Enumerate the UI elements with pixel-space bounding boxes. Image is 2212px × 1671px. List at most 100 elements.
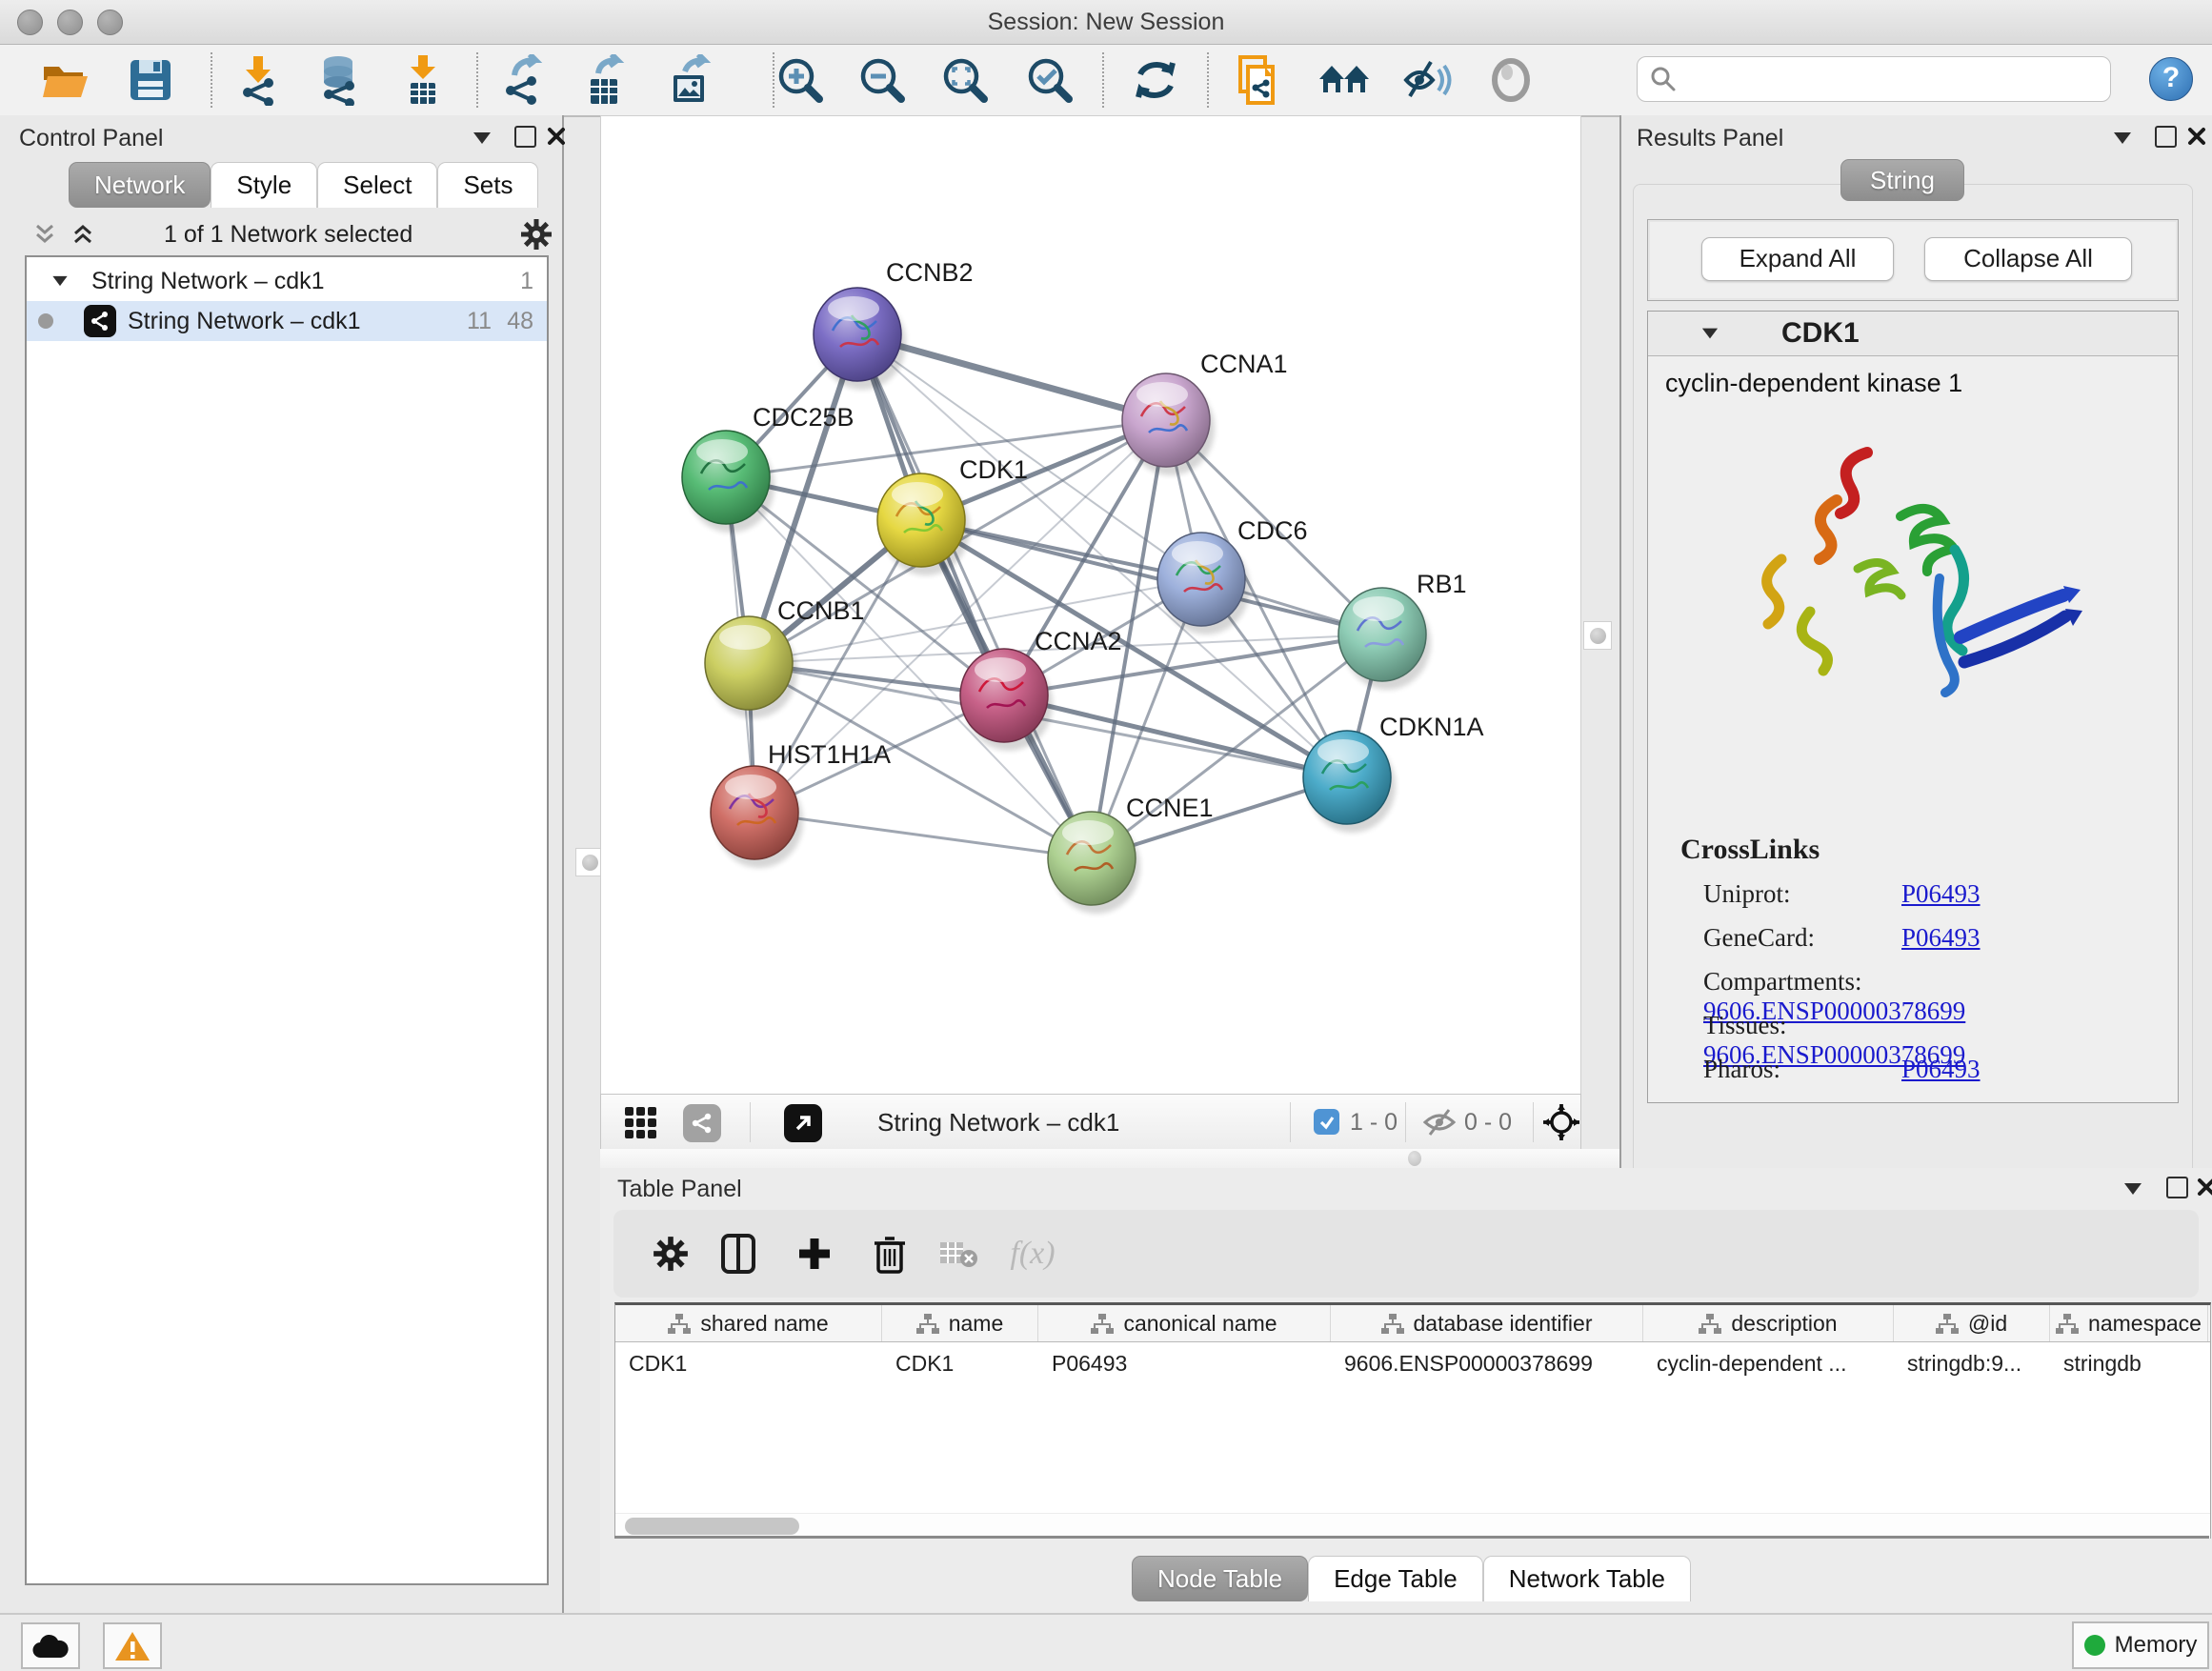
open-session-button[interactable] bbox=[38, 52, 91, 108]
import-table-button[interactable] bbox=[396, 52, 450, 108]
column-header-description[interactable]: description bbox=[1643, 1305, 1894, 1341]
crosslink-genecard[interactable]: P06493 bbox=[1901, 923, 1981, 952]
panel-close-icon[interactable] bbox=[2187, 127, 2206, 146]
function-builder-button[interactable]: f(x) bbox=[1006, 1227, 1059, 1280]
splitter-knob[interactable] bbox=[1408, 1151, 1421, 1166]
panel-float-icon[interactable] bbox=[2114, 132, 2131, 144]
table-tabs: Node TableEdge TableNetwork Table bbox=[1132, 1556, 1691, 1601]
column-header--id[interactable]: @id bbox=[1894, 1305, 2050, 1341]
collapse-all-tree-icon[interactable] bbox=[32, 222, 57, 247]
hide-unhide-button[interactable] bbox=[1401, 52, 1455, 108]
open-in-window-button[interactable] bbox=[784, 1104, 822, 1142]
import-database-button[interactable] bbox=[312, 52, 365, 108]
network-options-gear-icon[interactable] bbox=[520, 218, 553, 251]
zoom-selected-button[interactable] bbox=[1023, 52, 1076, 108]
search-input[interactable] bbox=[1683, 60, 2097, 96]
delete-column-button[interactable] bbox=[863, 1227, 916, 1280]
import-network-button[interactable] bbox=[231, 52, 285, 108]
table-cell[interactable]: P06493 bbox=[1038, 1342, 1331, 1384]
export-image-button[interactable] bbox=[663, 52, 716, 108]
warnings-button[interactable] bbox=[103, 1622, 162, 1669]
column-header-canonical-name[interactable]: canonical name bbox=[1038, 1305, 1331, 1341]
expand-all-button[interactable]: Expand All bbox=[1701, 237, 1894, 281]
zoom-in-button[interactable] bbox=[774, 52, 827, 108]
show-columns-button[interactable] bbox=[712, 1227, 765, 1280]
cloud-status-button[interactable] bbox=[21, 1622, 80, 1669]
network-edge[interactable] bbox=[921, 520, 1382, 634]
grid-view-button[interactable] bbox=[624, 1106, 658, 1145]
network-edge[interactable] bbox=[754, 813, 1092, 858]
table-cell[interactable]: 9606.ENSP00000378699 bbox=[1331, 1342, 1643, 1384]
table-cell[interactable]: stringdb:9... bbox=[1894, 1342, 2050, 1384]
network-node[interactable] bbox=[1122, 373, 1215, 475]
tab-edge-table[interactable]: Edge Table bbox=[1308, 1556, 1483, 1601]
tab-network[interactable]: Network bbox=[69, 162, 211, 208]
export-table-button[interactable] bbox=[578, 52, 632, 108]
column-tree-icon bbox=[916, 1313, 939, 1334]
panel-maximize-icon[interactable] bbox=[514, 126, 536, 148]
zoom-out-icon bbox=[857, 55, 907, 105]
table-cell[interactable]: cyclin-dependent ... bbox=[1643, 1342, 1894, 1384]
network-edge[interactable] bbox=[857, 334, 1092, 858]
delete-table-button[interactable] bbox=[932, 1227, 985, 1280]
table-options-button[interactable] bbox=[644, 1227, 697, 1280]
column-header-name[interactable]: name bbox=[882, 1305, 1038, 1341]
column-label: namespace bbox=[2088, 1311, 2202, 1337]
column-header-namespace[interactable]: namespace bbox=[2050, 1305, 2208, 1341]
right-splitter-knob[interactable] bbox=[1583, 621, 1612, 650]
network-node[interactable] bbox=[877, 473, 970, 575]
help-button[interactable]: ? bbox=[2149, 57, 2193, 101]
tab-select[interactable]: Select bbox=[317, 162, 437, 208]
export-network-button[interactable] bbox=[496, 52, 550, 108]
network-node[interactable] bbox=[682, 431, 774, 533]
expand-all-tree-icon[interactable] bbox=[70, 222, 95, 247]
network-node[interactable] bbox=[1338, 588, 1431, 690]
panel-float-icon[interactable] bbox=[2124, 1183, 2142, 1195]
node-label: RB1 bbox=[1417, 570, 1467, 598]
refresh-button[interactable] bbox=[1129, 52, 1182, 108]
network-row-selected[interactable]: String Network – cdk1 11 48 bbox=[27, 301, 547, 341]
scrollbar-thumb[interactable] bbox=[625, 1518, 799, 1535]
fit-selected-crosshair-icon[interactable] bbox=[1542, 1103, 1580, 1141]
panel-float-icon[interactable] bbox=[473, 132, 491, 144]
zoom-out-button[interactable] bbox=[855, 52, 909, 108]
column-header-shared-name[interactable]: shared name bbox=[615, 1305, 882, 1341]
panel-maximize-icon[interactable] bbox=[2155, 126, 2177, 148]
tab-network-table[interactable]: Network Table bbox=[1483, 1556, 1691, 1601]
home-networks-button[interactable] bbox=[1317, 52, 1371, 108]
selected-checkbox[interactable] bbox=[1314, 1109, 1339, 1135]
table-cell[interactable]: stringdb bbox=[2050, 1342, 2208, 1384]
tab-style[interactable]: Style bbox=[211, 162, 317, 208]
crosslink-pharos[interactable]: P06493 bbox=[1901, 1055, 1981, 1083]
panel-close-icon[interactable] bbox=[2197, 1178, 2212, 1197]
string-view-button[interactable] bbox=[683, 1104, 721, 1142]
memory-button[interactable]: Memory bbox=[2072, 1621, 2209, 1669]
network-canvas[interactable]: CCNB2CCNA1CDC25BCDK1CDC6RB1CCNB1CCNA2CDK… bbox=[600, 115, 1581, 1096]
table-horizontal-scrollbar[interactable] bbox=[615, 1513, 2210, 1539]
collapse-all-button[interactable]: Collapse All bbox=[1924, 237, 2132, 281]
network-node[interactable] bbox=[1048, 812, 1140, 914]
table-cell[interactable]: CDK1 bbox=[615, 1342, 882, 1384]
crosslink-uniprot[interactable]: P06493 bbox=[1901, 879, 1981, 908]
panel-maximize-icon[interactable] bbox=[2166, 1177, 2188, 1198]
tree-expand-icon[interactable] bbox=[52, 276, 67, 286]
panel-close-icon[interactable] bbox=[547, 127, 566, 146]
tab-string[interactable]: String bbox=[1840, 159, 1964, 201]
section-collapse-icon[interactable] bbox=[1702, 329, 1718, 339]
column-header-database-identifier[interactable]: database identifier bbox=[1331, 1305, 1643, 1341]
table-row[interactable]: CDK1CDK1P064939606.ENSP00000378699cyclin… bbox=[615, 1342, 2210, 1384]
gene-section-header[interactable]: CDK1 bbox=[1648, 312, 2178, 356]
toggle-birdseye-button[interactable] bbox=[1484, 52, 1538, 108]
tab-sets[interactable]: Sets bbox=[437, 162, 538, 208]
zoom-fit-button[interactable] bbox=[938, 52, 992, 108]
clone-session-button[interactable] bbox=[1233, 52, 1286, 108]
tab-node-table[interactable]: Node Table bbox=[1132, 1556, 1308, 1601]
network-node[interactable] bbox=[814, 288, 906, 390]
table-header-row: shared namenamecanonical namedatabase id… bbox=[615, 1305, 2210, 1342]
network-node[interactable] bbox=[711, 766, 803, 868]
save-session-button[interactable] bbox=[124, 52, 177, 108]
add-column-button[interactable] bbox=[788, 1227, 841, 1280]
table-cell[interactable]: CDK1 bbox=[882, 1342, 1038, 1384]
network-node[interactable] bbox=[1303, 731, 1396, 833]
network-collection-row[interactable]: String Network – cdk1 1 bbox=[27, 261, 547, 301]
